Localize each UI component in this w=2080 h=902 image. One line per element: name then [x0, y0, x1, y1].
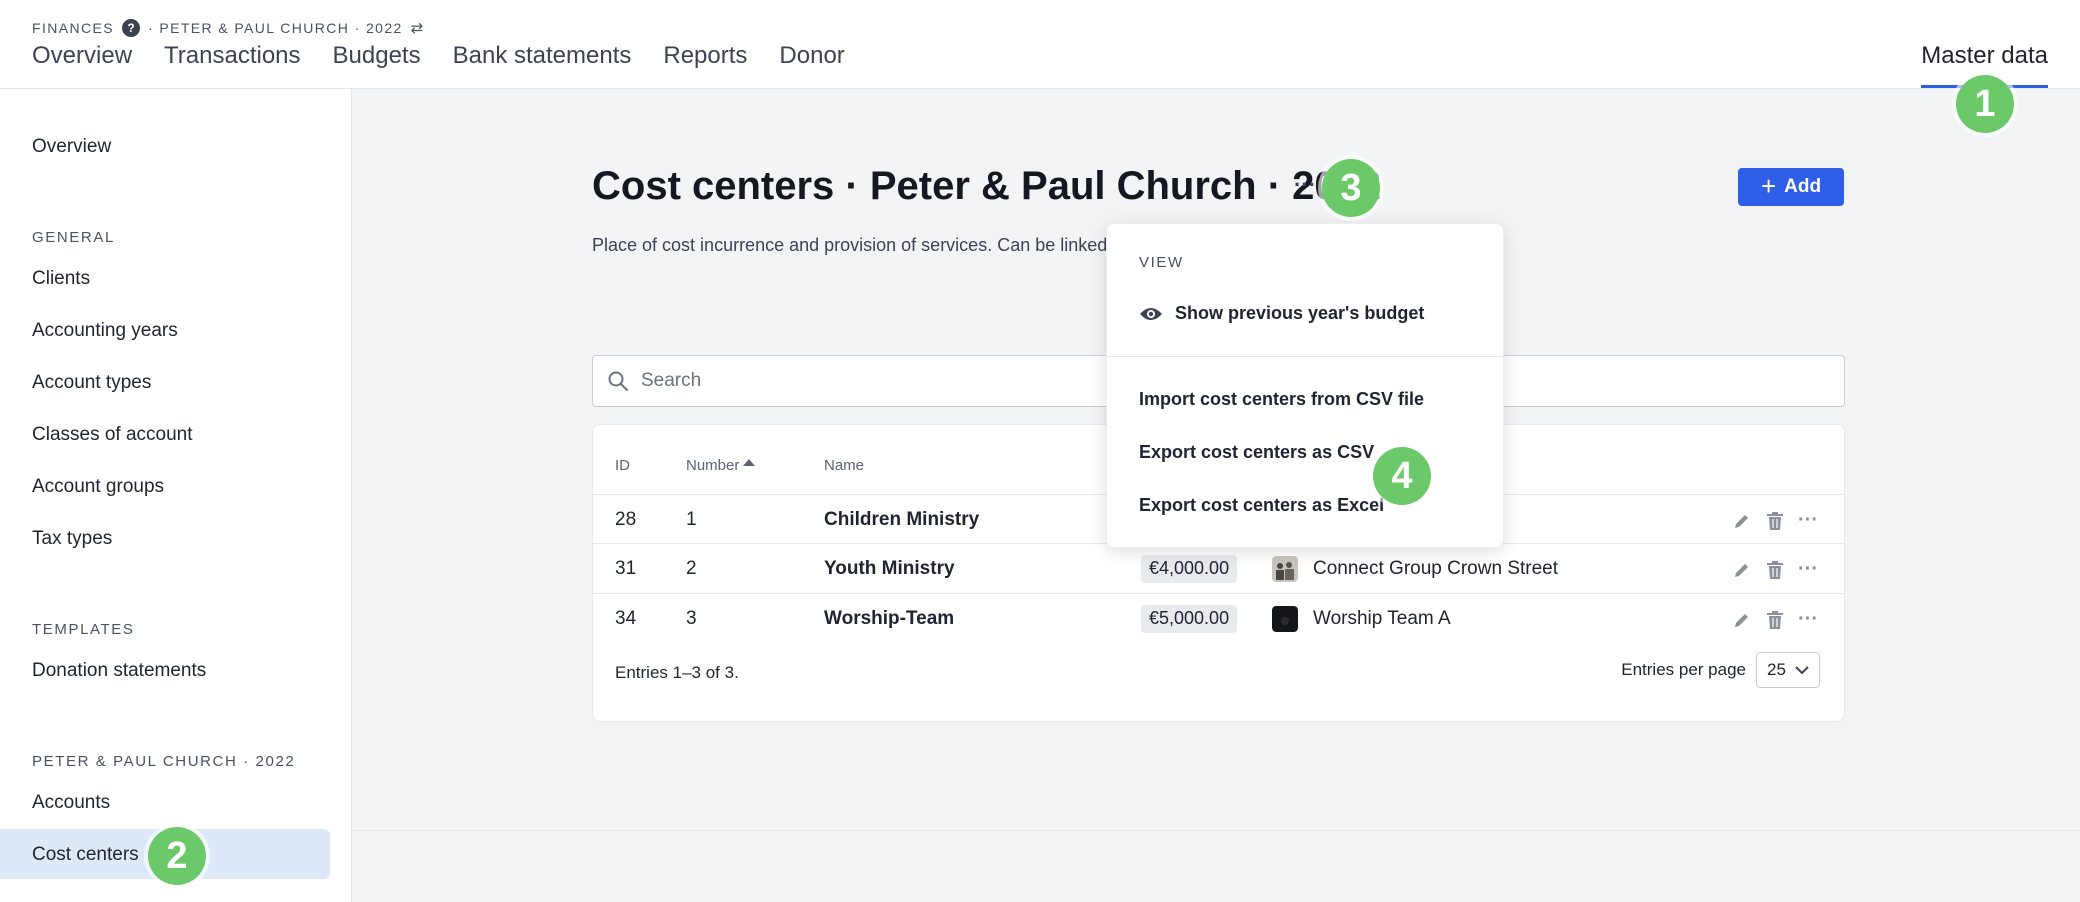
breadcrumb: FINANCES ? · PETER & PAUL CHURCH · 2022 …: [32, 19, 423, 37]
page-title: Cost centers · Peter & Paul Church · 202…: [592, 164, 1382, 208]
entries-summary: Entries 1–3 of 3.: [615, 663, 739, 682]
row-group[interactable]: Worship Team A: [1313, 608, 1451, 630]
column-header-name[interactable]: Name: [824, 457, 864, 474]
column-header-number[interactable]: Number: [686, 457, 756, 474]
sidebar-item-accounting-years[interactable]: Accounting years: [32, 320, 178, 342]
menu-item-show-previous-budget[interactable]: Show previous year's budget: [1139, 303, 1424, 324]
search-icon: [607, 370, 629, 397]
dropdown-heading-view: VIEW: [1139, 254, 1184, 271]
sidebar-item-overview[interactable]: Overview: [32, 136, 111, 158]
nav-bank-statements[interactable]: Bank statements: [453, 42, 632, 70]
row-budget: €4,000.00: [1141, 555, 1238, 583]
table-row[interactable]: 31 2 Youth Ministry €4,000.00 Connect Gr…: [593, 543, 1844, 593]
content-divider: [353, 830, 2080, 831]
menu-item-export-csv[interactable]: Export cost centers as CSV: [1139, 442, 1374, 463]
row-id: 31: [615, 558, 637, 579]
delete-icon[interactable]: [1766, 610, 1784, 630]
row-more-icon[interactable]: ···: [1798, 608, 1818, 631]
sidebar-heading-templates: TEMPLATES: [32, 621, 135, 638]
per-page-value: 25: [1767, 660, 1786, 679]
row-budget: €5,000.00: [1141, 605, 1238, 633]
sidebar-item-account-groups[interactable]: Account groups: [32, 476, 164, 498]
row-number: 2: [686, 558, 697, 579]
step-badge-3: 3: [1322, 159, 1380, 217]
sidebar: Overview GENERAL Clients Accounting year…: [0, 89, 352, 902]
top-bar: FINANCES ? · PETER & PAUL CHURCH · 2022 …: [0, 0, 2080, 89]
switch-context-icon[interactable]: ⇄: [411, 19, 424, 37]
step-badge-1: 1: [1956, 75, 2014, 133]
column-header-number-label: Number: [686, 457, 740, 474]
row-name[interactable]: Children Ministry: [824, 509, 979, 531]
row-name[interactable]: Youth Ministry: [824, 558, 955, 580]
edit-icon[interactable]: [1732, 511, 1752, 531]
page-subtitle: Place of cost incurrence and provision o…: [592, 235, 1108, 255]
group-avatar: [1272, 556, 1298, 582]
row-actions: ···: [1732, 558, 1818, 581]
main-nav: Overview Transactions Budgets Bank state…: [32, 42, 845, 70]
table-row[interactable]: 34 3 Worship-Team €5,000.00 Worship Team…: [593, 593, 1844, 643]
sidebar-item-classes-of-account[interactable]: Classes of account: [32, 424, 193, 446]
nav-donor[interactable]: Donor: [779, 42, 844, 70]
row-number: 3: [686, 608, 697, 629]
row-number: 1: [686, 509, 697, 530]
row-more-icon[interactable]: ···: [1798, 509, 1818, 532]
menu-item-export-excel[interactable]: Export cost centers as Excel: [1139, 495, 1384, 516]
nav-reports[interactable]: Reports: [663, 42, 747, 70]
step-badge-2: 2: [148, 827, 206, 885]
sidebar-item-donation-statements[interactable]: Donation statements: [32, 660, 206, 682]
row-id: 28: [615, 509, 637, 530]
dropdown-divider: [1107, 356, 1503, 357]
sort-ascending-icon: [743, 459, 756, 466]
row-group[interactable]: Connect Group Crown Street: [1313, 558, 1558, 580]
nav-overview[interactable]: Overview: [32, 42, 132, 70]
group-avatar: [1272, 606, 1298, 632]
sidebar-heading-general: GENERAL: [32, 229, 115, 246]
row-name[interactable]: Worship-Team: [824, 608, 954, 630]
sidebar-item-clients[interactable]: Clients: [32, 268, 90, 290]
column-header-id[interactable]: ID: [615, 457, 630, 474]
title-more-icon[interactable]: ···: [1294, 172, 1316, 198]
nav-transactions[interactable]: Transactions: [164, 42, 301, 70]
step-badge-4: 4: [1373, 447, 1431, 505]
row-actions: ···: [1732, 608, 1818, 631]
sidebar-item-tax-types[interactable]: Tax types: [32, 528, 112, 550]
add-button[interactable]: + Add: [1738, 168, 1844, 206]
plus-icon: +: [1760, 171, 1777, 201]
edit-icon[interactable]: [1732, 560, 1752, 580]
nav-budgets[interactable]: Budgets: [333, 42, 421, 70]
menu-item-import-csv[interactable]: Import cost centers from CSV file: [1139, 389, 1424, 410]
eye-icon: [1140, 307, 1162, 320]
delete-icon[interactable]: [1766, 560, 1784, 580]
menu-item-label: Show previous year's budget: [1175, 303, 1425, 323]
sidebar-heading-context: PETER & PAUL CHURCH · 2022: [32, 753, 296, 770]
sidebar-item-account-types[interactable]: Account types: [32, 372, 151, 394]
help-icon[interactable]: ?: [122, 19, 140, 37]
sidebar-item-cost-centers[interactable]: Cost centers: [32, 844, 139, 866]
row-actions: ···: [1732, 509, 1818, 532]
crumb-section[interactable]: FINANCES: [32, 20, 114, 36]
crumb-context: · PETER & PAUL CHURCH · 2022: [148, 20, 403, 36]
options-dropdown: VIEW Show previous year's budget Import …: [1106, 223, 1504, 548]
pagination-controls: Entries per page 25: [1621, 652, 1820, 688]
per-page-select[interactable]: 25: [1756, 652, 1820, 688]
per-page-label: Entries per page: [1621, 660, 1746, 679]
chevron-down-icon: [1795, 666, 1809, 675]
delete-icon[interactable]: [1766, 511, 1784, 531]
row-id: 34: [615, 608, 637, 629]
sidebar-item-accounts[interactable]: Accounts: [32, 792, 110, 814]
row-more-icon[interactable]: ···: [1798, 558, 1818, 581]
add-button-label: Add: [1784, 176, 1822, 197]
edit-icon[interactable]: [1732, 610, 1752, 630]
